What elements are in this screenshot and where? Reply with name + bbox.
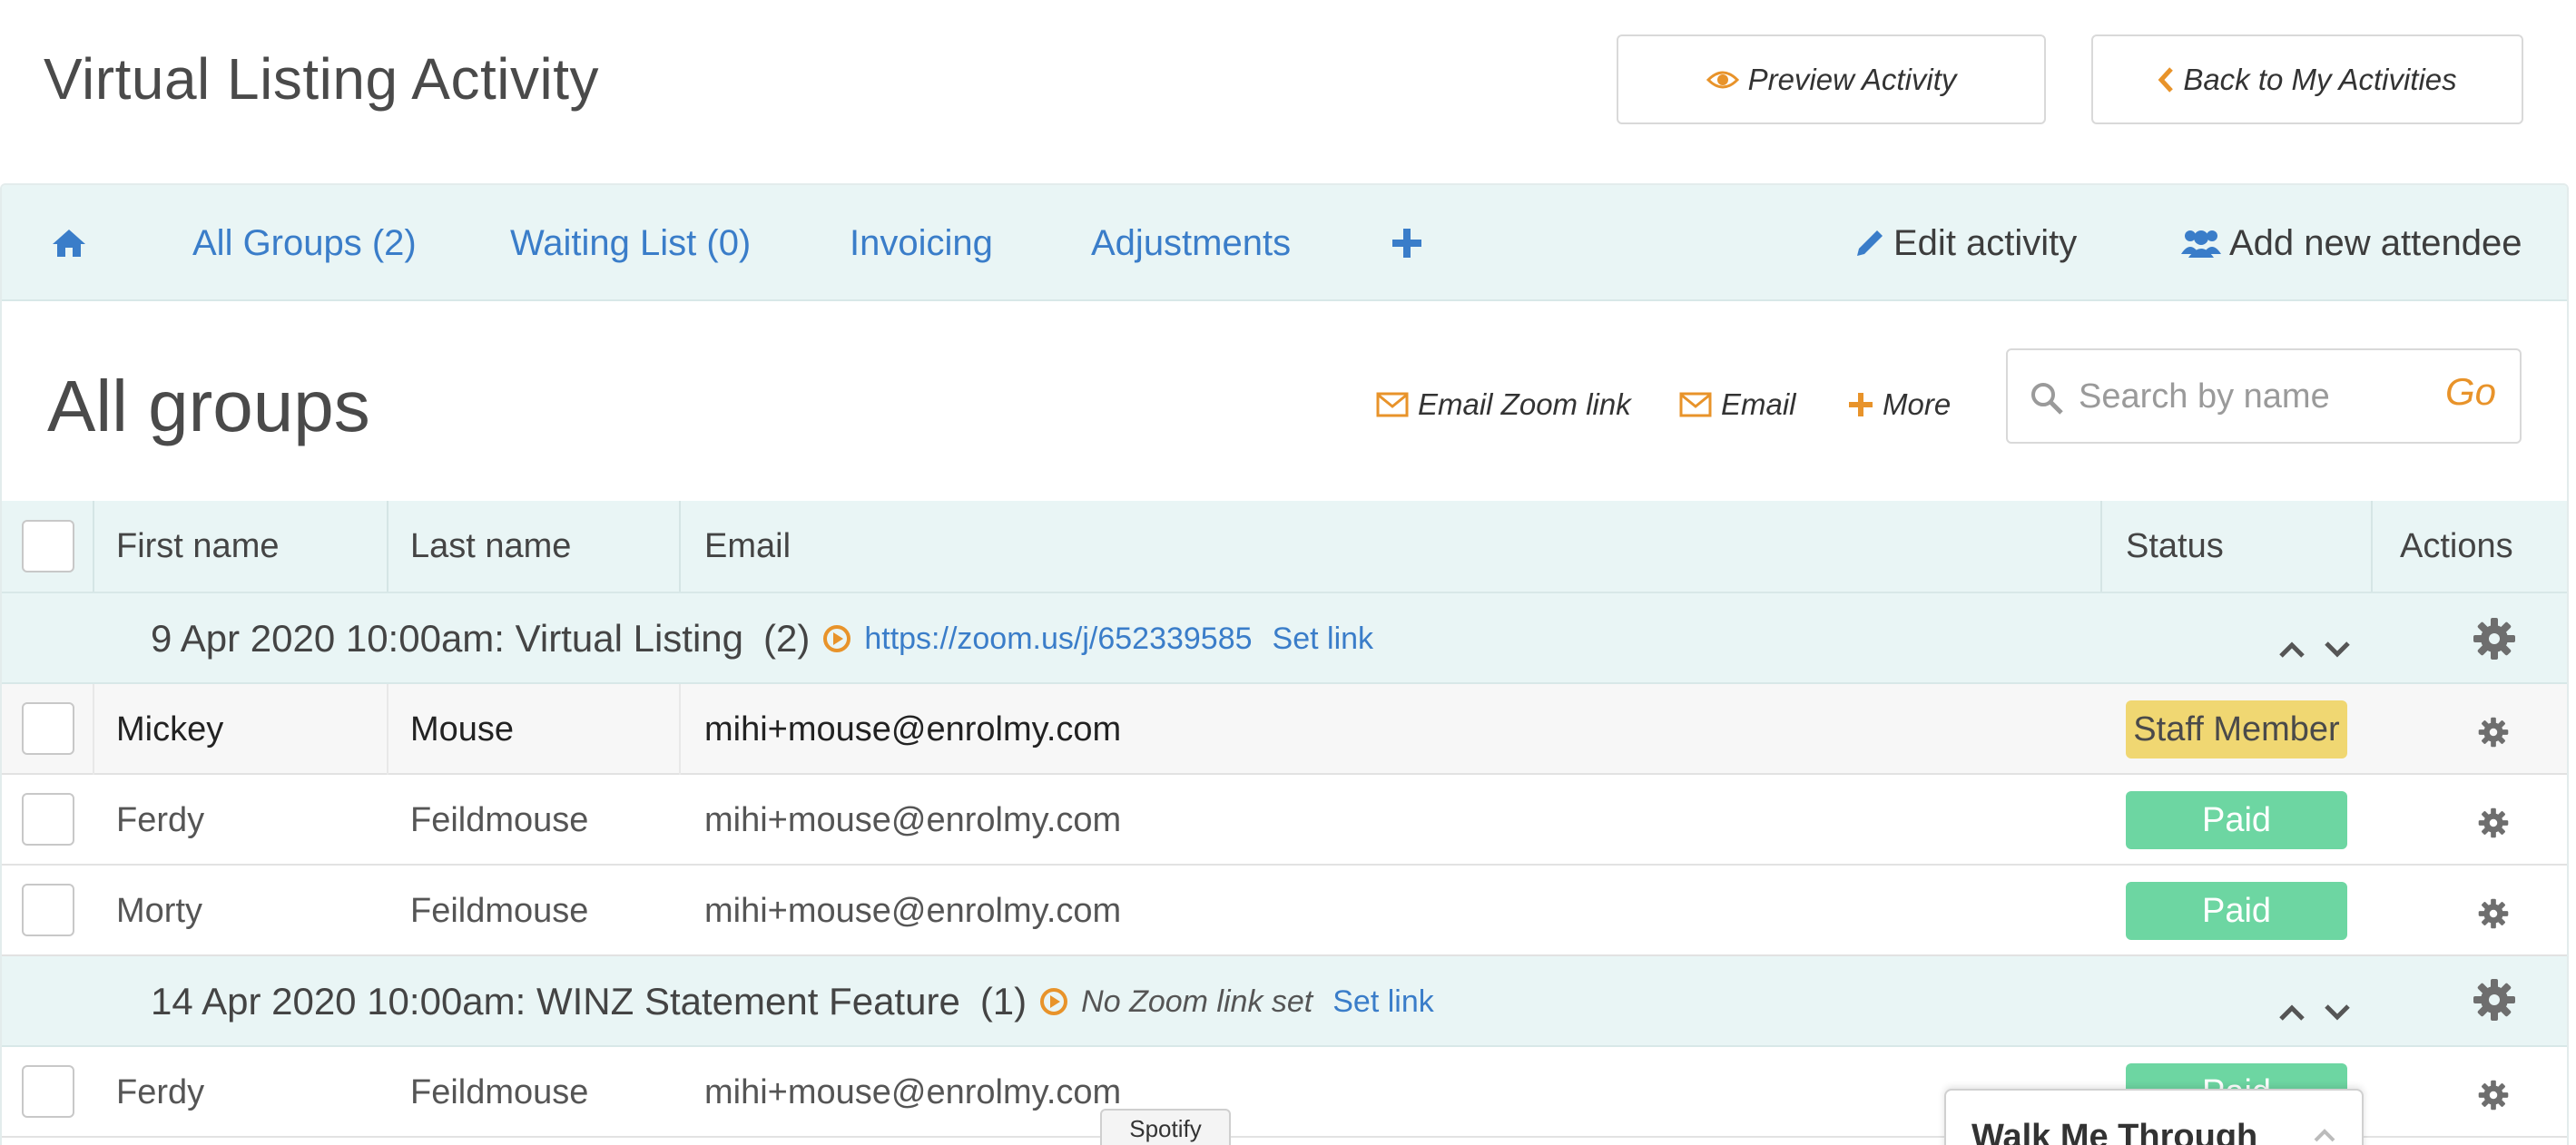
email-cell: mihi+mouse@enrolmy.com — [704, 891, 1122, 930]
email-cell: mihi+mouse@enrolmy.com — [704, 800, 1122, 839]
first-name-cell: Mickey — [116, 710, 224, 749]
column-header-first-name[interactable]: First name — [116, 501, 279, 592]
status-badge: Paid — [2126, 791, 2347, 849]
zoom-link[interactable]: https://zoom.us/j/652339585 — [864, 621, 1252, 657]
search-go-button[interactable]: Go — [2445, 370, 2496, 414]
set-link-button[interactable]: Set link — [1332, 984, 1434, 1020]
row-checkbox[interactable] — [22, 1065, 74, 1118]
chevron-left-icon — [2158, 66, 2174, 93]
gear-icon[interactable] — [2478, 717, 2509, 748]
search-box: Go — [2006, 348, 2522, 444]
activity-panel: All Groups (2) Waiting List (0) Invoicin… — [0, 183, 2569, 1145]
back-to-activities-button[interactable]: Back to My Activities — [2091, 34, 2523, 124]
add-attendee-button[interactable]: Add new attendee — [2180, 185, 2522, 301]
group-header-row: 9 Apr 2020 10:00am: Virtual Listing (2) … — [2, 593, 2567, 684]
eye-icon — [1706, 71, 1739, 88]
email-cell: mihi+mouse@enrolmy.com — [704, 710, 1122, 749]
email-button[interactable]: Email — [1679, 383, 1796, 426]
first-name-cell: Ferdy — [116, 800, 205, 839]
envelope-icon — [1679, 392, 1712, 417]
home-tab[interactable] — [51, 185, 94, 301]
gear-icon[interactable] — [2473, 617, 2516, 661]
group-title: 14 Apr 2020 10:00am: WINZ Statement Feat… — [151, 980, 960, 1023]
edit-activity-button[interactable]: Edit activity — [1853, 185, 2077, 301]
envelope-icon — [1376, 392, 1409, 417]
back-to-activities-label: Back to My Activities — [2183, 62, 2457, 96]
status-badge: Staff Member — [2126, 700, 2347, 758]
first-name-cell: Ferdy — [116, 1072, 205, 1111]
last-name-cell: Feildmouse — [410, 891, 589, 930]
gear-icon[interactable] — [2473, 978, 2516, 1022]
pencil-icon — [1857, 230, 1883, 256]
email-zoom-link-button[interactable]: Email Zoom link — [1376, 383, 1631, 426]
chevron-up-icon[interactable] — [2278, 641, 2306, 659]
play-circle-icon — [823, 625, 851, 652]
tab-invoicing[interactable]: Invoicing — [850, 185, 993, 301]
select-all-checkbox[interactable] — [22, 520, 74, 572]
column-header-last-name[interactable]: Last name — [410, 501, 571, 592]
group-header-row: 14 Apr 2020 10:00am: WINZ Statement Feat… — [2, 956, 2567, 1047]
chevron-up-icon[interactable] — [2278, 1003, 2306, 1022]
tab-adjustments[interactable]: Adjustments — [1091, 185, 1291, 301]
last-name-cell: Feildmouse — [410, 800, 589, 839]
more-button[interactable]: More — [1848, 383, 1951, 426]
row-checkbox[interactable] — [22, 884, 74, 936]
status-badge: Paid — [2126, 882, 2347, 940]
set-link-button[interactable]: Set link — [1273, 621, 1374, 657]
plus-icon — [1849, 393, 1873, 416]
row-checkbox[interactable] — [22, 702, 74, 755]
activity-nav: All Groups (2) Waiting List (0) Invoicin… — [2, 185, 2567, 301]
play-circle-icon — [1040, 988, 1068, 1015]
email-label: Email — [1721, 387, 1796, 421]
column-header-email[interactable]: Email — [704, 501, 791, 592]
gear-icon[interactable] — [2478, 898, 2509, 929]
add-attendee-label: Add new attendee — [2229, 222, 2522, 263]
table-row[interactable]: Morty Feildmouse mihi+mouse@enrolmy.com … — [2, 866, 2567, 956]
more-label: More — [1883, 387, 1952, 421]
last-name-cell: Mouse — [410, 710, 515, 749]
search-icon — [2031, 383, 2063, 415]
chevron-down-icon[interactable] — [2324, 1003, 2351, 1022]
table-row[interactable]: Mickey Mouse mihi+mouse@enrolmy.com Staf… — [2, 684, 2567, 775]
gear-icon[interactable] — [2478, 1080, 2509, 1111]
table-header: First name Last name Email Status Action… — [2, 501, 2567, 593]
walkme-widget[interactable]: Walk Me Through — [1944, 1089, 2364, 1145]
group-title: 9 Apr 2020 10:00am: Virtual Listing — [151, 617, 743, 660]
walkme-label: Walk Me Through — [1971, 1118, 2258, 1145]
column-header-actions: Actions — [2400, 526, 2513, 565]
row-checkbox[interactable] — [22, 793, 74, 846]
chevron-up-icon — [2314, 1129, 2335, 1142]
last-name-cell: Feildmouse — [410, 1072, 589, 1111]
home-icon — [53, 230, 85, 257]
group-count: (1) — [979, 980, 1027, 1023]
spotify-tooltip: Spotify — [1100, 1109, 1231, 1145]
no-zoom-link-text: No Zoom link set — [1081, 984, 1313, 1019]
column-header-status[interactable]: Status — [2126, 501, 2224, 592]
group-count: (2) — [763, 617, 811, 660]
edit-activity-label: Edit activity — [1893, 222, 2078, 263]
gear-icon[interactable] — [2478, 807, 2509, 838]
users-icon — [2181, 230, 2221, 258]
tab-waiting-list[interactable]: Waiting List (0) — [510, 185, 751, 301]
plus-icon — [1392, 229, 1421, 258]
first-name-cell: Morty — [116, 891, 202, 930]
table-row[interactable]: Ferdy Feildmouse mihi+mouse@enrolmy.com … — [2, 775, 2567, 866]
chevron-down-icon[interactable] — [2324, 641, 2351, 659]
email-zoom-link-label: Email Zoom link — [1418, 387, 1631, 421]
email-cell: mihi+mouse@enrolmy.com — [704, 1072, 1122, 1111]
tab-all-groups[interactable]: All Groups (2) — [192, 185, 417, 301]
preview-activity-button[interactable]: Preview Activity — [1617, 34, 2046, 124]
search-input[interactable] — [2079, 370, 2424, 423]
section-title: All groups — [47, 366, 370, 446]
preview-activity-label: Preview Activity — [1747, 62, 1957, 96]
add-tab-button[interactable] — [1391, 185, 1431, 301]
page-title: Virtual Listing Activity — [44, 46, 599, 112]
